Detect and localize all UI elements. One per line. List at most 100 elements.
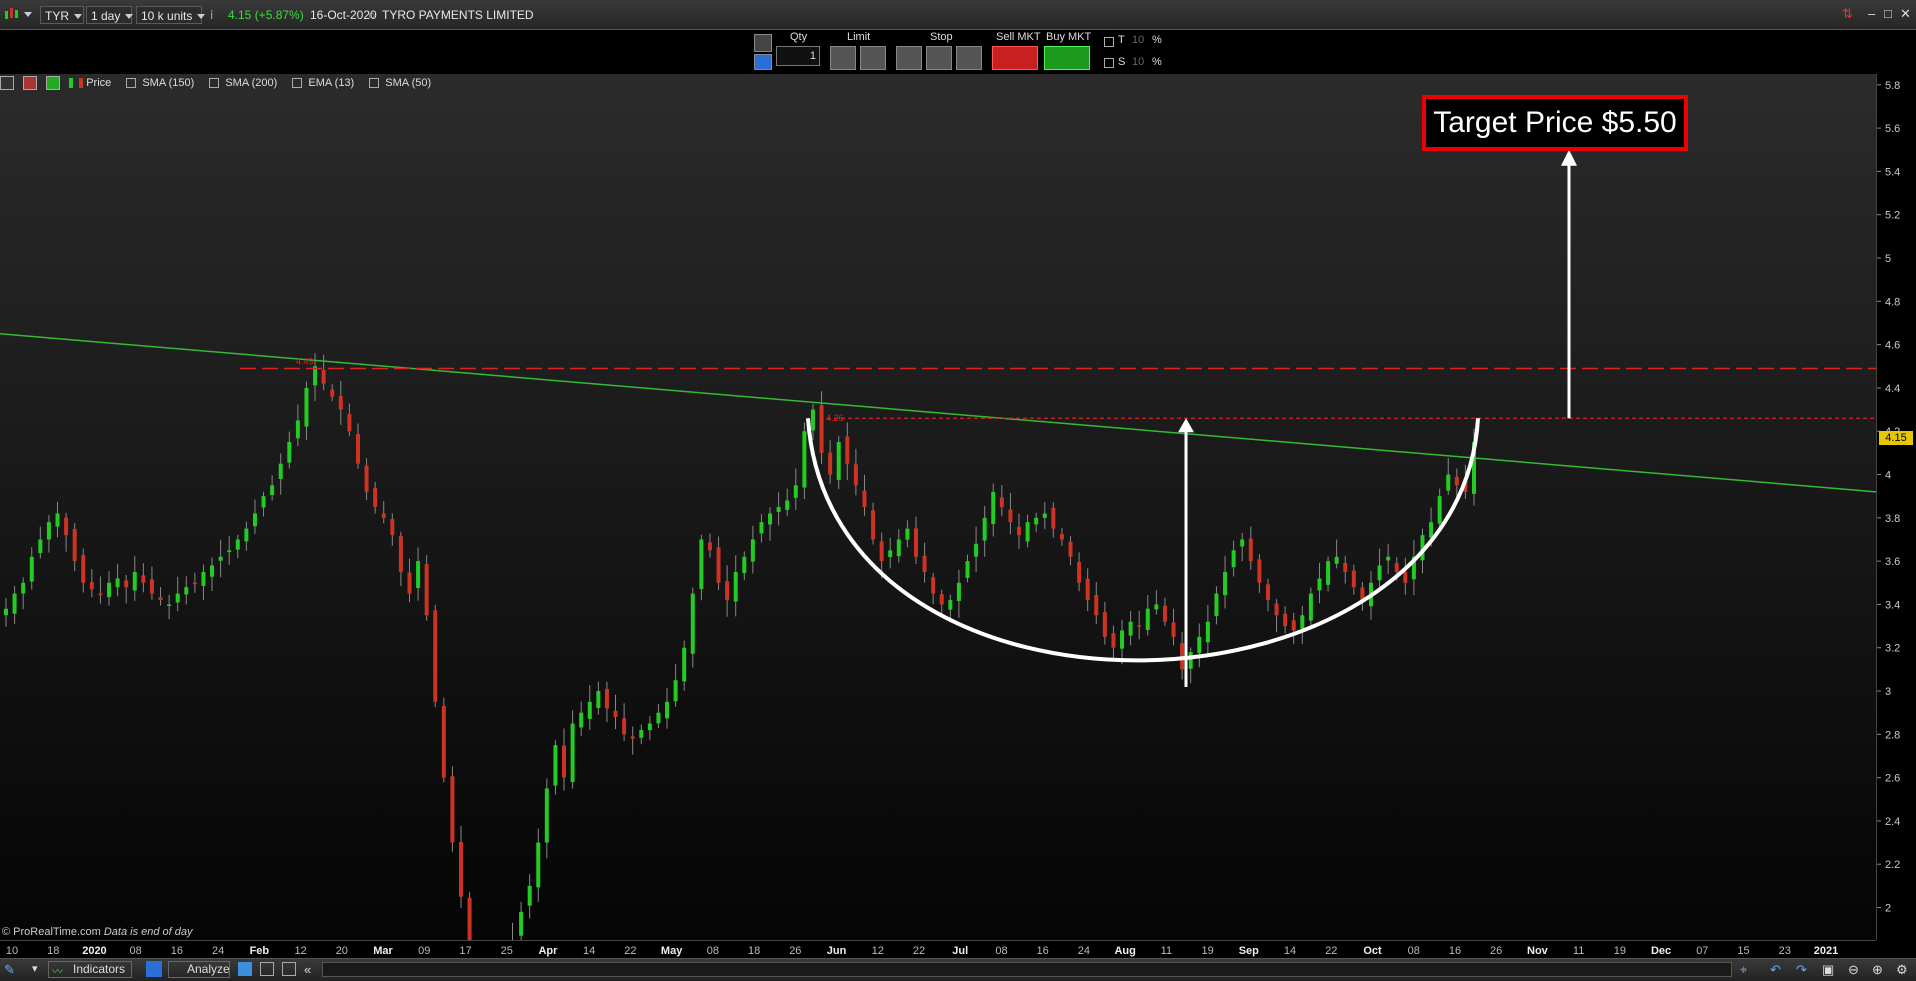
candle <box>244 528 249 542</box>
candle <box>1343 562 1348 572</box>
double-chevron-left-icon[interactable]: « <box>304 962 311 977</box>
pen-icon[interactable]: ✎ <box>4 962 15 978</box>
stop-sell-button[interactable] <box>926 46 952 70</box>
x-tick-label: 16 <box>171 945 183 957</box>
stop-limit-button[interactable] <box>956 46 982 70</box>
candle <box>562 745 567 778</box>
candle <box>1068 541 1073 557</box>
wrench-icon[interactable] <box>754 34 772 52</box>
minimize-icon[interactable]: – <box>1868 6 1875 21</box>
sma50-checkbox[interactable] <box>369 78 380 89</box>
candle <box>55 513 60 527</box>
window-icon[interactable] <box>238 962 252 976</box>
limit-sell-button[interactable] <box>860 46 886 70</box>
candle <box>965 561 970 578</box>
s-pct: % <box>1152 56 1162 68</box>
y-tick-label: 3.4 <box>1885 599 1900 611</box>
x-axis[interactable]: 10 18 2020 08 16 24 Feb 12 20 Mar 09 17 25 Apr 14 22 May… <box>0 940 1876 958</box>
s-value[interactable]: 10 <box>1132 56 1144 68</box>
x-tick-label: 17 <box>459 945 471 957</box>
zoom-box-icon[interactable]: ▣ <box>1822 962 1834 978</box>
qty-label: Qty <box>790 31 808 43</box>
y-axis[interactable]: 5.85.65.45.254.84.64.44.243.83.63.43.232… <box>1876 74 1916 940</box>
buy-mkt-button[interactable] <box>1044 46 1090 70</box>
candle <box>871 510 876 540</box>
timeframe-dropdown[interactable]: 1 day <box>86 6 134 24</box>
chart-type-icon[interactable] <box>4 6 34 24</box>
delete-icon[interactable] <box>23 76 38 90</box>
candle <box>1446 474 1451 491</box>
settings-icon[interactable]: ⚙ <box>1896 962 1908 978</box>
horizontal-scrollbar[interactable] <box>322 962 1732 977</box>
candle <box>845 436 850 464</box>
candle <box>1059 534 1064 540</box>
s-checkbox[interactable] <box>1104 58 1114 68</box>
candle <box>192 582 197 585</box>
window-icon[interactable] <box>0 76 14 90</box>
ema13-checkbox[interactable] <box>292 78 303 89</box>
candle <box>570 723 575 783</box>
stop-label: Stop <box>930 31 953 43</box>
sell-mkt-button[interactable] <box>992 46 1038 70</box>
candle <box>553 745 558 786</box>
x-tick-label: 23 <box>1779 945 1791 957</box>
units-dropdown[interactable]: 10 k units <box>136 6 206 24</box>
info-icon[interactable]: ⅰ <box>210 6 213 24</box>
layout-icon[interactable] <box>260 962 274 976</box>
price-chart[interactable]: 4.49 4.26 <box>0 74 1876 940</box>
candle <box>853 464 858 486</box>
close-icon[interactable]: ✕ <box>1900 6 1911 22</box>
candle <box>974 543 979 557</box>
add-icon[interactable] <box>46 76 61 90</box>
symbol-dropdown[interactable]: TYR <box>40 6 84 24</box>
legend-sma150[interactable]: SMA (150) <box>126 77 200 89</box>
candle <box>931 577 936 594</box>
candle <box>948 600 953 610</box>
high-label: 4.49 <box>296 356 314 366</box>
candle <box>1008 509 1013 523</box>
legend-price[interactable]: Price <box>69 77 117 89</box>
candle <box>896 539 901 557</box>
candle <box>579 712 584 728</box>
legend-sma200[interactable]: SMA (200) <box>209 77 283 89</box>
y-tick-label: 2.8 <box>1885 729 1900 741</box>
y-tick-label: 5.4 <box>1885 166 1900 178</box>
chevron-down-icon[interactable]: ▾ <box>32 962 38 975</box>
legend-ema13[interactable]: EMA (13) <box>292 77 360 89</box>
redo-icon[interactable]: ↷ <box>1796 962 1807 978</box>
candle <box>89 582 94 590</box>
candle <box>1197 636 1202 653</box>
t-value[interactable]: 10 <box>1132 34 1144 46</box>
sync-icon[interactable]: ⇅ <box>1842 6 1853 22</box>
chevron-down-icon <box>125 14 134 20</box>
candle <box>527 885 532 906</box>
print-icon[interactable] <box>282 962 296 976</box>
credit-text: © ProRealTime.com <box>2 926 101 938</box>
undo-icon[interactable]: ↶ <box>1770 962 1781 978</box>
sma200-checkbox[interactable] <box>209 78 220 89</box>
limit-buy-button[interactable] <box>830 46 856 70</box>
chart-area[interactable]: 4.49 4.26 <box>0 74 1876 940</box>
maximize-icon[interactable]: □ <box>1884 6 1892 21</box>
zoom-fit-icon[interactable]: ⌖ <box>1740 962 1747 978</box>
candle <box>355 434 360 464</box>
legend-price-label: Price <box>86 77 112 90</box>
candle <box>450 776 455 843</box>
zoom-out-icon[interactable]: ⊖ <box>1848 962 1859 978</box>
candle <box>1274 603 1279 616</box>
keypad-icon[interactable] <box>754 54 772 70</box>
quote-date: 16-Oct-2020 <box>310 8 377 22</box>
qty-input[interactable]: 1 <box>776 46 820 66</box>
sma200-label: SMA (200) <box>225 77 278 90</box>
analyze-button[interactable]: Analyze <box>168 961 230 978</box>
x-tick-label: Nov <box>1527 945 1549 957</box>
sma150-checkbox[interactable] <box>126 78 137 89</box>
share-icon[interactable] <box>146 961 162 977</box>
stop-buy-button[interactable] <box>896 46 922 70</box>
candle <box>115 578 120 588</box>
top-toolbar: TYR 1 day 10 k units ⅰ 4.15 (+5.87%) 16-… <box>0 0 1916 30</box>
x-tick-label: 10 <box>6 945 18 957</box>
zoom-in-icon[interactable]: ⊕ <box>1872 962 1883 978</box>
legend-sma50[interactable]: SMA (50) <box>369 77 437 89</box>
t-checkbox[interactable] <box>1104 37 1114 47</box>
